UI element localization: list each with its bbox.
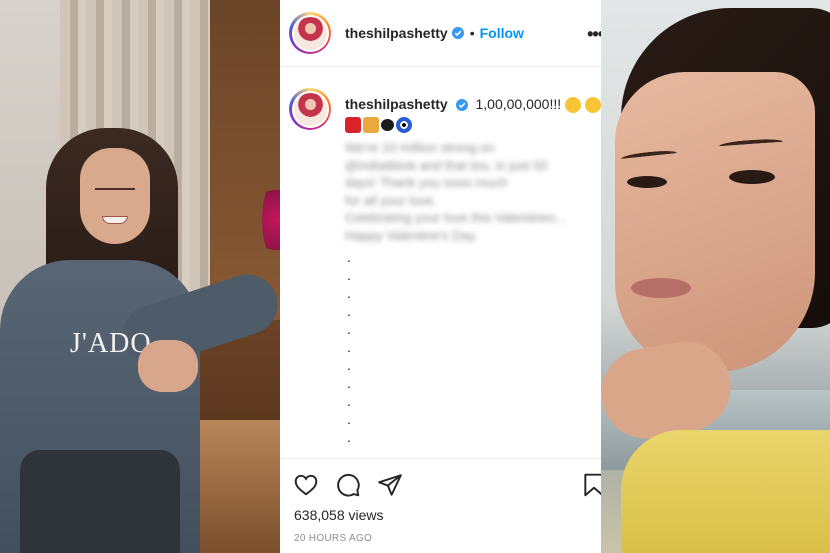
more-icon[interactable]: ••• bbox=[587, 24, 601, 45]
caption-headline: 1,00,00,000!!! bbox=[475, 96, 562, 112]
heart-icon[interactable] bbox=[293, 472, 319, 498]
caption-body-blurred: We're 10 million strong on @indiatiktok … bbox=[345, 140, 566, 243]
caption-username[interactable]: theshilpashetty bbox=[345, 96, 448, 112]
left-photo: J'ADO bbox=[0, 0, 280, 553]
follow-button[interactable]: Follow bbox=[480, 25, 524, 41]
share-icon[interactable] bbox=[377, 472, 403, 498]
separator-dot: • bbox=[469, 25, 475, 41]
bookmark-icon[interactable] bbox=[581, 472, 601, 498]
heart-eyes-emoji-icon bbox=[565, 97, 582, 114]
black-heart-emoji-icon bbox=[381, 119, 394, 132]
verified-badge-icon bbox=[455, 99, 468, 112]
caption-avatar[interactable] bbox=[289, 88, 331, 130]
post-header: theshilpashetty • Follow ••• bbox=[280, 0, 601, 67]
nazar-amulet-emoji-icon bbox=[396, 117, 412, 134]
comment-icon[interactable] bbox=[335, 472, 361, 498]
party-popper-emoji-icon bbox=[363, 117, 379, 134]
post-username[interactable]: theshilpashetty bbox=[345, 25, 448, 41]
dancer-emoji-icon bbox=[345, 117, 361, 134]
post-timestamp[interactable]: 20 HOURS AGO bbox=[294, 533, 372, 544]
instagram-post: theshilpashetty • Follow ••• theshilpash… bbox=[280, 0, 601, 553]
right-photo bbox=[601, 0, 830, 553]
avatar[interactable] bbox=[289, 12, 331, 54]
emoji-row bbox=[345, 115, 600, 135]
partying-face-emoji-icon bbox=[584, 97, 601, 114]
caption-dots: . . . . . . . . . . . bbox=[347, 249, 351, 446]
verified-badge-icon bbox=[451, 27, 464, 39]
view-count: 638,058 views bbox=[294, 507, 384, 523]
post-actions: 638,058 views 20 HOURS AGO bbox=[280, 458, 601, 553]
